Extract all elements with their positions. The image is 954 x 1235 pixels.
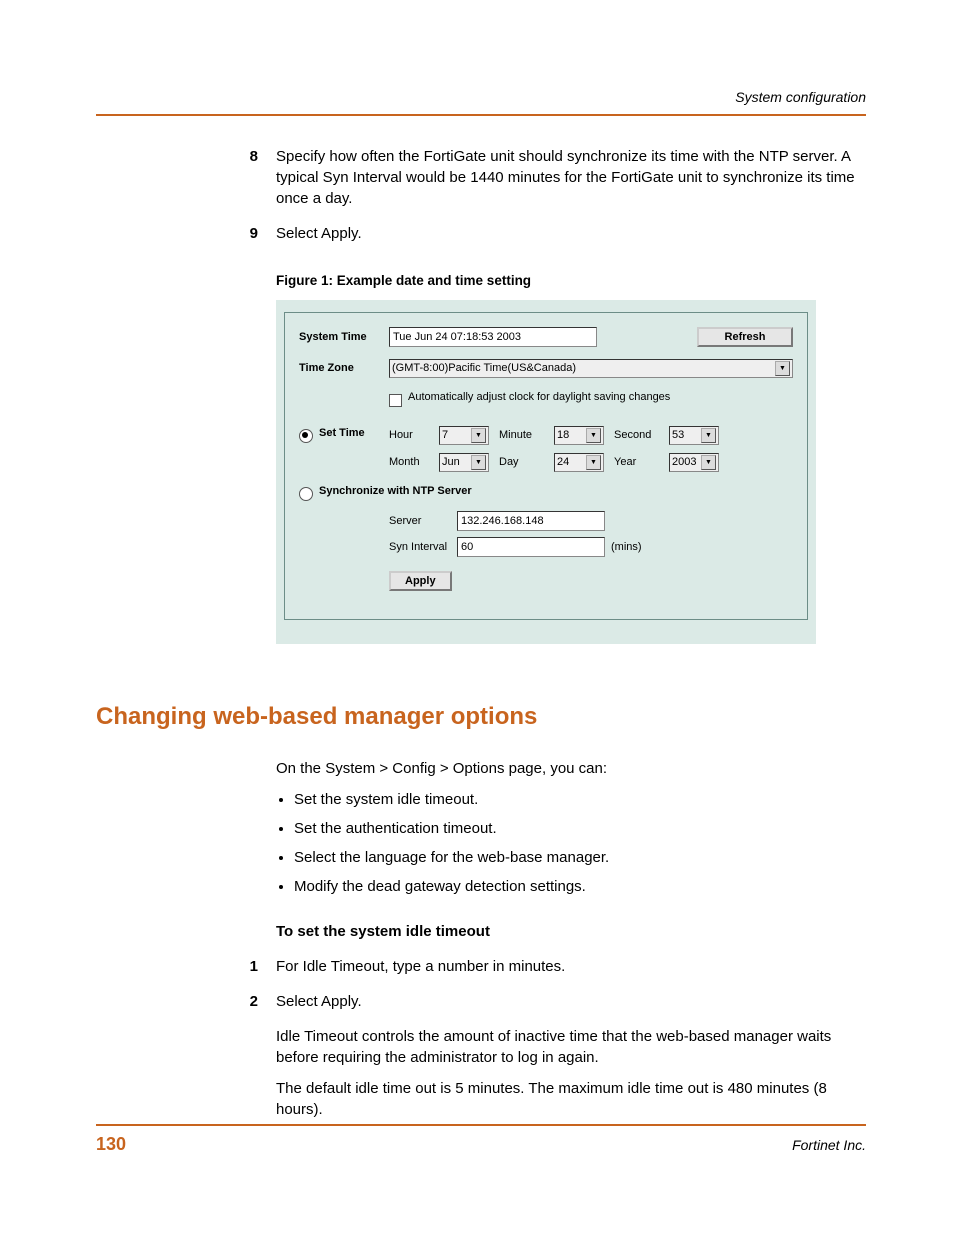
- chevron-down-icon: ▼: [586, 428, 601, 443]
- second-select[interactable]: 53 ▼: [669, 426, 719, 445]
- step-8-number: 8: [238, 146, 258, 209]
- chevron-down-icon: ▼: [471, 428, 486, 443]
- section-heading: Changing web-based manager options: [96, 700, 866, 734]
- intro-paragraph: On the System > Config > Options page, y…: [96, 758, 866, 779]
- year-value: 2003: [672, 455, 696, 470]
- company-name: Fortinet Inc.: [792, 1136, 866, 1156]
- step-1-number: 1: [238, 956, 258, 977]
- server-field[interactable]: [457, 511, 605, 531]
- server-label: Server: [389, 514, 457, 529]
- options-bullet-list: Set the system idle timeout. Set the aut…: [96, 789, 866, 897]
- step-9-number: 9: [238, 223, 258, 244]
- chevron-down-icon: ▼: [471, 455, 486, 470]
- step-8-text: Specify how often the FortiGate unit sho…: [276, 146, 866, 209]
- hour-select[interactable]: 7▼: [439, 426, 489, 445]
- list-item: Set the authentication timeout.: [294, 818, 866, 839]
- year-label: Year: [614, 455, 669, 470]
- system-time-label: System Time: [299, 330, 389, 345]
- step-9-text: Select Apply.: [276, 223, 866, 244]
- figure-caption: Figure 1: Example date and time setting: [96, 272, 866, 291]
- dst-checkbox[interactable]: [389, 394, 402, 407]
- refresh-button[interactable]: Refresh: [697, 327, 793, 347]
- year-select[interactable]: 2003 ▼: [669, 453, 719, 472]
- set-time-radio[interactable]: [299, 429, 313, 443]
- month-value: Jun: [442, 455, 460, 470]
- chevron-down-icon: ▼: [775, 361, 790, 376]
- apply-button[interactable]: Apply: [389, 571, 452, 591]
- ntp-label: Synchronize with NTP Server: [319, 484, 472, 499]
- timezone-select[interactable]: (GMT-8:00)Pacific Time(US&Canada) ▼: [389, 359, 793, 378]
- hour-value: 7: [442, 428, 448, 443]
- time-settings-screenshot: System Time Refresh Time Zone (GMT-8:00)…: [276, 300, 816, 644]
- paragraph: Idle Timeout controls the amount of inac…: [96, 1026, 866, 1068]
- time-settings-panel: System Time Refresh Time Zone (GMT-8:00)…: [284, 312, 808, 620]
- chevron-down-icon: ▼: [586, 455, 601, 470]
- list-item: Select the language for the web-base man…: [294, 847, 866, 868]
- day-select[interactable]: 24 ▼: [554, 453, 604, 472]
- month-select[interactable]: Jun ▼: [439, 453, 489, 472]
- minute-label: Minute: [499, 428, 554, 443]
- header-rule: [96, 114, 866, 116]
- step-2-number: 2: [238, 991, 258, 1012]
- day-label: Day: [499, 455, 554, 470]
- step-1-text: For Idle Timeout, type a number in minut…: [276, 956, 866, 977]
- timezone-label: Time Zone: [299, 361, 389, 376]
- hour-label: Hour: [389, 428, 439, 443]
- syn-interval-label: Syn Interval: [389, 540, 457, 555]
- syn-interval-field[interactable]: [457, 537, 605, 557]
- chevron-down-icon: ▼: [701, 455, 716, 470]
- page-number: 130: [96, 1132, 126, 1157]
- minute-select[interactable]: 18 ▼: [554, 426, 604, 445]
- ntp-radio[interactable]: [299, 487, 313, 501]
- running-header: System configuration: [96, 88, 866, 108]
- minute-value: 18: [557, 428, 569, 443]
- dst-label: Automatically adjust clock for daylight …: [408, 390, 670, 405]
- day-value: 24: [557, 455, 569, 470]
- paragraph: The default idle time out is 5 minutes. …: [96, 1078, 866, 1120]
- procedure-heading: To set the system idle timeout: [96, 921, 866, 942]
- second-value: 53: [672, 428, 684, 443]
- step-2-text: Select Apply.: [276, 991, 866, 1012]
- chevron-down-icon: ▼: [701, 428, 716, 443]
- month-label: Month: [389, 455, 439, 470]
- list-item: Set the system idle timeout.: [294, 789, 866, 810]
- footer-rule: [96, 1124, 866, 1126]
- system-time-field[interactable]: [389, 327, 597, 347]
- timezone-value: (GMT-8:00)Pacific Time(US&Canada): [392, 361, 576, 376]
- set-time-label: Set Time: [319, 426, 365, 441]
- second-label: Second: [614, 428, 669, 443]
- list-item: Modify the dead gateway detection settin…: [294, 876, 866, 897]
- syn-interval-unit: (mins): [611, 540, 642, 555]
